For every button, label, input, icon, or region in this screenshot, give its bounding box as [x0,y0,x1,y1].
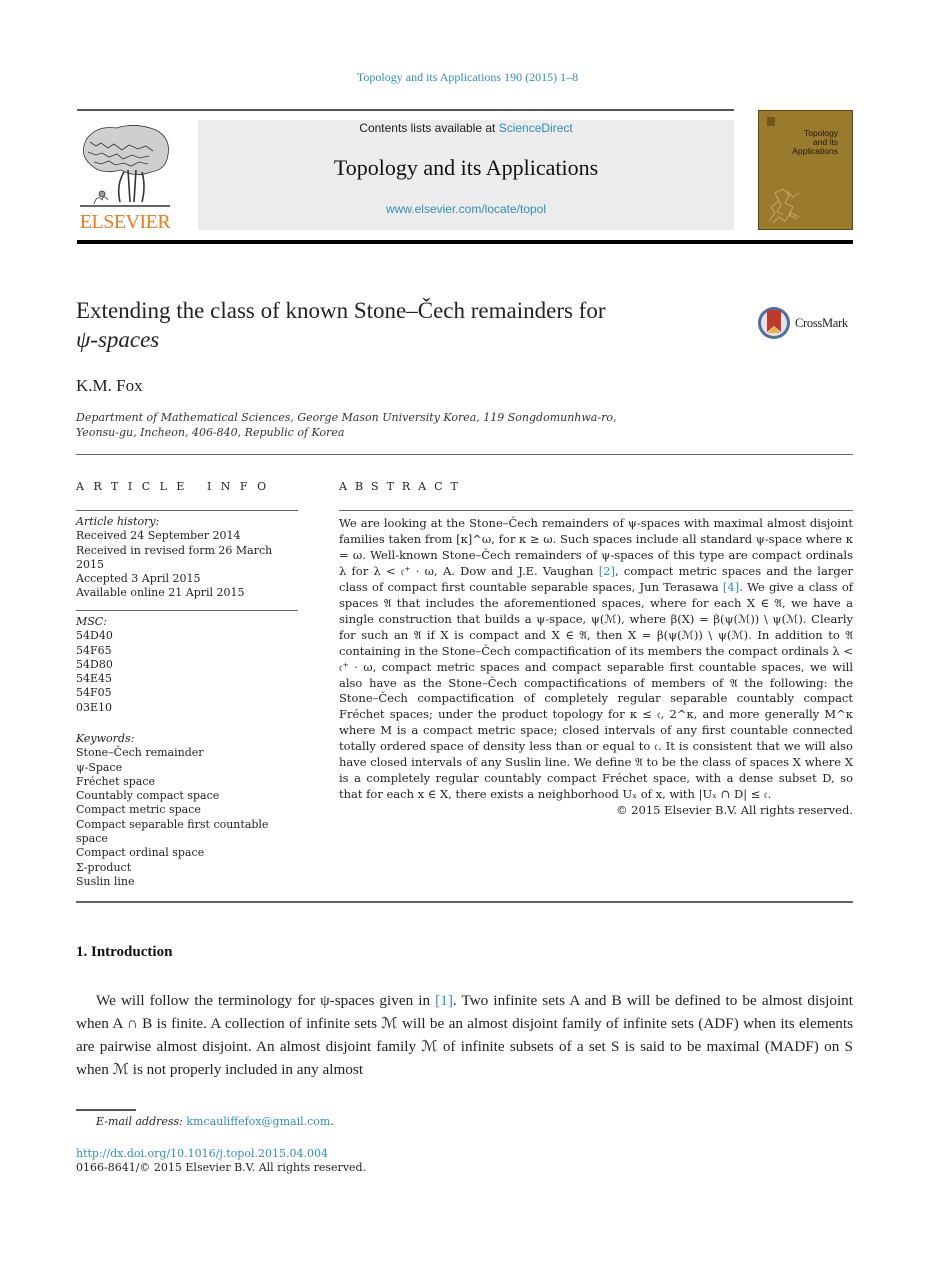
elsevier-tree-icon [80,125,170,207]
contents-prefix: Contents lists available at [359,121,499,135]
info-rule [76,610,298,611]
abstract-heading: ABSTRACT [339,480,466,493]
article-title-line: ψ-spaces [76,327,160,352]
affiliation-line: Yeonsu-gu, Incheon, 406-840, Republic of… [76,426,345,439]
doi-link[interactable]: http://dx.doi.org/10.1016/j.topol.2015.0… [76,1147,328,1160]
affiliation-line: Department of Mathematical Sciences, Geo… [76,411,617,424]
info-rule [76,510,298,511]
msc-codes: MSC: 54D40 54F65 54D80 54E45 54F05 03E10 [76,615,301,715]
keyword: Σ-product [76,860,132,874]
issn-copyright: 0166-8641/© 2015 Elsevier B.V. All right… [76,1161,367,1174]
article-title: Extending the class of known Stone–Čech … [76,296,716,354]
cover-title: Topology and its Applications [792,129,838,156]
author-name[interactable]: K.M. Fox [76,376,143,396]
keyword: Compact ordinal space [76,846,205,860]
section-heading-introduction: 1. Introduction [76,944,173,960]
elsevier-mini-logo-icon [767,117,775,126]
citation-link-1[interactable]: [1] [435,992,453,1009]
header-thick-rule [77,240,853,244]
abstract-copyright: © 2015 Elsevier B.V. All rights reserved… [616,803,853,818]
history-item: Received 24 September 2014 [76,529,241,543]
elsevier-logo[interactable]: ELSEVIER [76,120,174,232]
journal-cover[interactable]: Topology and its Applications [758,110,853,230]
keyword: Compact separable first countable space [76,817,269,846]
keyword: Countably compact space [76,789,220,803]
crossmark-badge[interactable]: CrossMark [756,305,856,343]
intro-segment: We will follow the terminology for ψ-spa… [96,992,436,1009]
email-suffix: . [330,1115,334,1128]
citation-link-4[interactable]: [4] [723,580,739,594]
keyword: Suslin line [76,874,135,888]
section-rule [76,454,853,455]
contents-line: Contents lists available at ScienceDirec… [198,121,734,135]
keyword: ψ-Space [76,760,123,774]
keyword: Fréchet space [76,774,155,788]
history-label: Article history: [76,515,160,528]
msc-code: 54D40 [76,629,113,643]
header-rule [77,109,734,111]
journal-title: Topology and its Applications [333,155,599,180]
section-rule [76,901,853,903]
keyword: Compact metric space [76,803,201,817]
cover-pattern-icon [768,188,800,224]
introduction-paragraph: We will follow the terminology for ψ-spa… [76,989,853,1081]
abstract-segment: . We give a class of spaces 𝔄 that inclu… [339,579,853,802]
msc-label: MSC: [76,615,107,628]
msc-code: 54F65 [76,643,112,657]
abstract-text: We are looking at the Stone–Čech remaind… [339,516,853,819]
journal-banner: Contents lists available at ScienceDirec… [198,120,734,230]
msc-code: 54F05 [76,686,112,700]
footnote-rule [76,1109,136,1111]
article-history: Article history: Received 24 September 2… [76,515,301,601]
history-item: Accepted 3 April 2015 [76,572,201,586]
keyword: Stone–Čech remainder [76,746,204,760]
msc-code: 54E45 [76,672,113,686]
abstract-rule [339,510,853,511]
elsevier-wordmark: ELSEVIER [79,211,171,233]
msc-code: 54D80 [76,657,113,671]
keywords-label: Keywords: [76,732,135,745]
journal-url-link[interactable]: www.elsevier.com/locate/topol [198,202,734,216]
cover-title-line: Applications [792,146,838,156]
crossmark-label: CrossMark [795,316,848,330]
history-item: Received in revised form 26 March 2015 [76,543,273,571]
article-title-line: Extending the class of known Stone–Čech … [76,298,606,323]
journal-reference[interactable]: Topology and its Applications 190 (2015)… [0,70,935,85]
history-item: Available online 21 April 2015 [76,586,245,600]
keywords: Keywords: Stone–Čech remainder ψ-Space F… [76,732,301,889]
sciencedirect-link[interactable]: ScienceDirect [499,121,573,135]
author-footnote: E-mail address: kmcauliffefox@gmail.com. [96,1115,334,1128]
msc-code: 03E10 [76,700,113,714]
author-affiliation: Department of Mathematical Sciences, Geo… [76,410,776,440]
email-label: E-mail address: [96,1115,183,1128]
article-info-heading: ARTICLE INFO [76,480,276,493]
crossmark-icon [758,307,790,339]
email-link[interactable]: kmcauliffefox@gmail.com [186,1115,330,1128]
citation-link-2[interactable]: [2] [599,564,615,578]
